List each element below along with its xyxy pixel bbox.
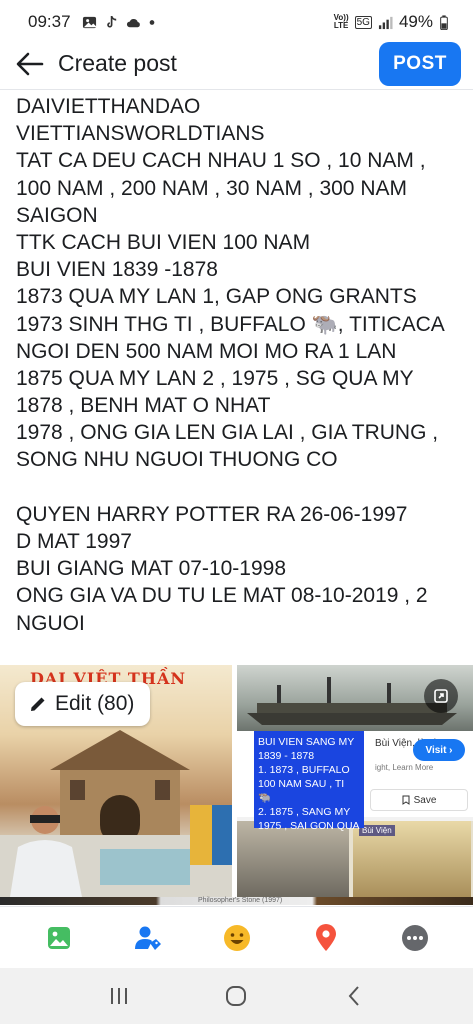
post-text-line: 1973 SINH THG TI , BUFFALO 🐃, TITICACA [16,312,445,336]
ad-subtext: ight, Learn More [375,763,434,772]
recent-apps-button[interactable] [94,976,144,1016]
battery-percent: 49% [398,12,433,31]
tag-people-icon [134,926,161,950]
system-nav-bar [0,968,473,1024]
signal-icon [378,16,393,29]
battery-icon [440,14,448,30]
share-button[interactable] [424,679,458,713]
add-photo-button[interactable] [37,916,81,960]
post-text-line: 100 NAM , 200 NAM , 30 NAM , 300 NAM [16,176,407,200]
page-title: Create post [58,50,177,76]
post-text-line: 1873 QUA MY LAN 1, GAP ONG GRANTS [16,285,417,309]
home-icon [226,986,247,1006]
portrait-photo: Bùi Viện [353,821,471,897]
overlay-text-line: BUI VIEN SANG MY 1839 - 1878 [258,736,355,762]
location-icon [315,923,336,951]
post-text-line: QUYEN HARRY POTTER RA 26-06-1997 [16,502,408,526]
gallery-icon [82,16,96,28]
post-text-line: TTK CACH BUI VIEN 100 NAM [16,230,311,254]
overlay-text-line: 1. 1873 , BUFFALO 100 NAM SAU , TI 🐃 [258,764,350,804]
post-text-line: 1878 , BENH MAT O NHAT [16,394,271,418]
back-icon [348,986,359,1006]
feeling-button[interactable] [215,916,259,960]
post-text-line: D MAT 1997 [16,530,132,553]
recent-apps-icon [110,988,127,1004]
post-text-line: 1978 , ONG GIA LEN GIA LAI , GIA TRUNG , [16,421,439,445]
photo-icon [47,926,70,949]
post-text-line: NGOI DEN 500 NAM MOI MO RA 1 LAN [16,339,397,363]
tiktok-icon [106,15,116,27]
man-at-desk-image [0,805,232,897]
more-icon [401,924,428,951]
network-type: 5G [354,15,372,29]
visit-button[interactable]: Visit › [413,739,465,761]
post-text-line: SAIGON [16,203,98,227]
post-text-line: DAIVIETTHANDAO [16,95,201,118]
feeling-icon [223,924,250,951]
network-indicator: Vo)) LTE [333,13,349,30]
portrait-caption: Bùi Viện [359,825,395,836]
check-in-button[interactable] [304,916,348,960]
app-header: Create post POST [0,38,473,90]
share-icon [434,689,448,703]
post-text-line [16,474,466,501]
post-text-line: BUI VIEN 1839 -1878 [16,258,218,282]
status-left: 09:37 [28,12,156,32]
edit-media-button[interactable]: Edit (80) [15,682,151,726]
home-button[interactable] [211,976,261,1016]
post-text-line: ONG GIA VA DU TU LE MAT 08-10-2019 , 2 [16,584,428,608]
post-text-line: SONG NHU NGUOI THUONG CO [16,448,338,472]
pencil-icon [31,697,45,711]
post-text-line: VIETTIANSWORLDTIANS [16,122,265,146]
dot-icon [149,19,154,25]
post-button[interactable]: POST [379,42,461,86]
nav-back-button[interactable] [329,976,379,1016]
more-options-button[interactable] [393,916,437,960]
save-label: Save [413,794,437,806]
post-text-line: NGUOI [16,611,85,635]
strip-caption: Philosopher's Stone (1997) [198,897,283,904]
post-text-line: BUI GIANG MAT 07-10-1998 [16,557,286,581]
edit-media-label: Edit (80) [55,692,135,715]
save-button[interactable]: Save [370,789,468,811]
post-action-toolbar [0,906,473,968]
cloud-icon [126,18,140,27]
tag-people-button[interactable] [126,916,170,960]
post-text-line: TAT CA DEU CACH NHAU 1 SO , 10 NAM , [16,149,426,173]
status-time: 09:37 [28,12,71,31]
post-text-input[interactable]: DAIVIETTHANDAO VIETTIANSWORLDTIANS TAT CA … [16,93,466,637]
status-right: Vo)) LTE 5G 49% [334,12,449,32]
overlay-text-line: 2. 1875 , SANG MY 1975 , SAI GON QUA [258,806,360,832]
back-button[interactable] [0,38,60,90]
post-text-line: 1875 QUA MY LAN 2 , 1975 , SG QUA MY [16,366,414,390]
overlay-text-box: BUI VIEN SANG MY 1839 - 1878 1. 1873 , BU… [254,731,364,832]
back-arrow-icon [16,52,44,75]
bookmark-icon [402,795,410,805]
